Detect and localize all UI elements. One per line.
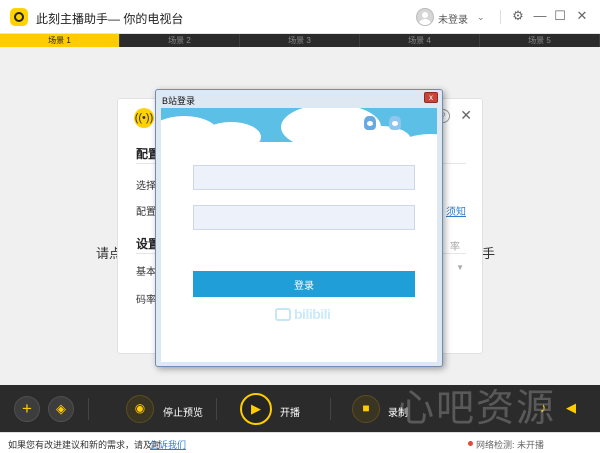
- mascot-22-icon: [364, 116, 376, 130]
- password-input[interactable]: [193, 205, 415, 230]
- network-status-text: 网络检测: 未开播: [476, 440, 545, 450]
- dialog-title-bar[interactable]: B站登录 x: [156, 90, 442, 107]
- config-row-label: 配置: [136, 207, 156, 218]
- bitrate-label: 码率: [136, 295, 156, 306]
- stop-preview-label[interactable]: 停止预览: [163, 404, 203, 419]
- chevron-down-icon[interactable]: ▼: [456, 263, 464, 272]
- status-bar: 如果您有改进建议和新的需求，请及时 告诉我们 网络检测: 未开播: [0, 432, 600, 453]
- dialog-close-button[interactable]: x: [424, 92, 438, 103]
- app-title: 此刻主播助手: [36, 12, 109, 26]
- bilibili-wordmark: bilibili: [294, 306, 331, 322]
- tv-icon: [275, 308, 291, 321]
- user-avatar-icon[interactable]: [416, 8, 434, 26]
- mascot-33-icon: [389, 116, 401, 130]
- basic-setting-label: 基本: [136, 267, 156, 278]
- tab-scene-2[interactable]: 场景 2: [120, 34, 240, 47]
- preview-hint-right: 手: [482, 246, 496, 261]
- dialog-title: B站登录: [162, 96, 196, 106]
- title-bar: 此刻主播助手 — 你的电视台 未登录 ⌄ ⚙ — ☐ ✕: [0, 0, 600, 34]
- speaker-icon[interactable]: ◀: [566, 400, 576, 416]
- close-panel-icon[interactable]: ✕: [460, 107, 472, 124]
- cloud-decoration: [201, 122, 261, 152]
- broadcast-icon: ((•)): [134, 108, 154, 128]
- username-input[interactable]: [193, 165, 415, 190]
- layers-icon[interactable]: ◈: [48, 396, 74, 422]
- bar-divider: [330, 398, 331, 420]
- watermark-text: 心吧资源: [396, 388, 557, 430]
- play-icon[interactable]: ▶: [240, 393, 272, 425]
- tab-scene-5[interactable]: 场景 5: [480, 34, 600, 47]
- bar-divider: [216, 398, 217, 420]
- login-status-label[interactable]: 未登录: [438, 11, 468, 26]
- tab-scene-4[interactable]: 场景 4: [360, 34, 480, 47]
- close-window-button[interactable]: ✕: [574, 8, 590, 24]
- notice-link[interactable]: 须知: [446, 203, 466, 218]
- rate-label: 率: [450, 242, 460, 253]
- select-platform-label: 选择: [136, 181, 156, 192]
- bilibili-logo: bilibili: [275, 305, 335, 325]
- settings-gear-icon[interactable]: ⚙: [510, 8, 526, 24]
- eye-off-icon[interactable]: ◉: [126, 395, 154, 423]
- tab-scene-1[interactable]: 场景 1: [0, 34, 120, 47]
- title-bar-divider: [500, 10, 501, 24]
- video-camera-icon[interactable]: ■: [352, 395, 380, 423]
- login-button[interactable]: 登录: [193, 271, 415, 297]
- tab-scene-3[interactable]: 场景 3: [240, 34, 360, 47]
- maximize-button[interactable]: ☐: [552, 8, 568, 24]
- feedback-text: 如果您有改进建议和新的需求，请及时: [8, 440, 162, 450]
- start-live-label[interactable]: 开播: [280, 404, 300, 419]
- feedback-link[interactable]: 告诉我们: [150, 438, 186, 451]
- minimize-button[interactable]: —: [532, 8, 548, 24]
- dialog-body: 登录 bilibili: [161, 108, 437, 362]
- app-logo-icon: [10, 8, 28, 26]
- bilibili-login-dialog: B站登录 x 登录 bilibili: [155, 89, 443, 367]
- app-subtitle: — 你的电视台: [108, 12, 184, 26]
- user-menu-chevron-down-icon[interactable]: ⌄: [477, 12, 485, 23]
- scene-tab-bar: 场景 1 场景 2 场景 3 场景 4 场景 5: [0, 34, 600, 47]
- add-source-button[interactable]: +: [14, 396, 40, 422]
- network-status-dot-icon: [468, 441, 473, 446]
- bar-divider: [88, 398, 89, 420]
